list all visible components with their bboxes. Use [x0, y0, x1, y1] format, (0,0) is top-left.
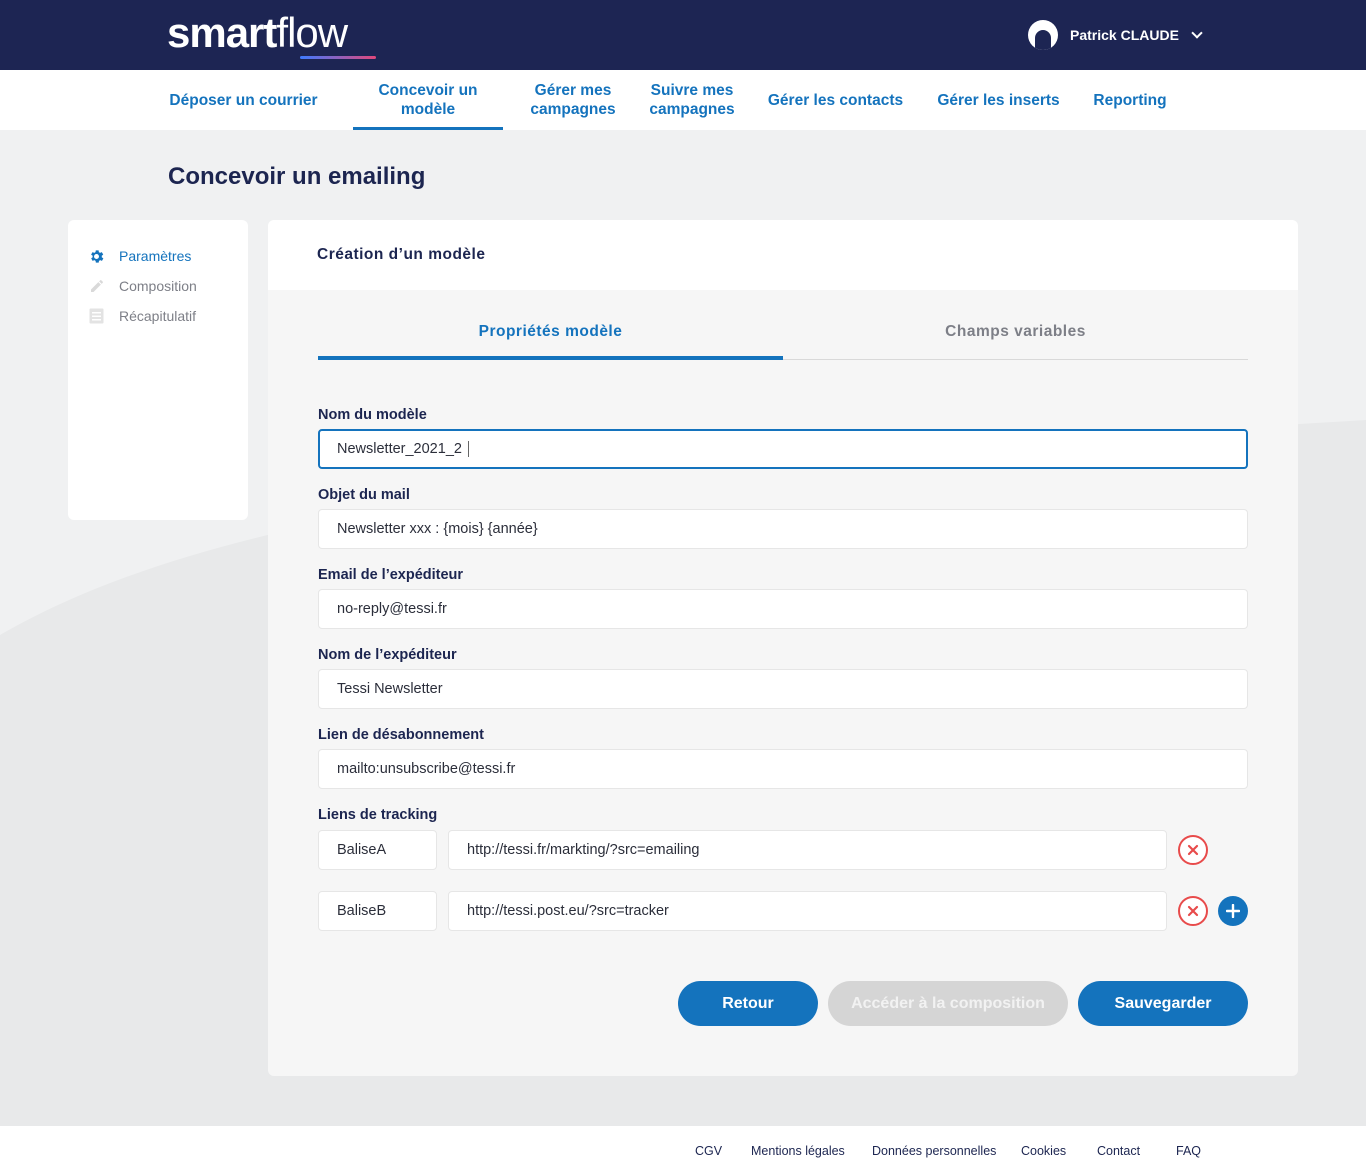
card-title: Création d’un modèle [317, 246, 486, 263]
footer-link-cgv[interactable]: CGV [695, 1144, 722, 1158]
footer-link-donnees-personnelles[interactable]: Données personnelles [872, 1144, 996, 1158]
nav-item-reporting[interactable]: Reporting [1087, 70, 1173, 130]
logo-underline [300, 56, 376, 59]
gear-icon [88, 248, 105, 265]
plus-icon [1226, 904, 1240, 918]
sender-name-label: Nom de l’expéditeur [318, 647, 457, 663]
smartflow-logo[interactable]: smartflow [167, 9, 348, 57]
nav-item-label: Gérer mes campagnes [530, 82, 616, 118]
nav-item-suivre-campagnes[interactable]: Suivre mes campagnes [641, 70, 743, 130]
logo-light-text: flow [276, 9, 348, 56]
tracking-url-input[interactable]: http://tessi.fr/markting/?src=emailing [448, 830, 1167, 870]
mail-subject-value: Newsletter xxx : {mois} {année} [337, 521, 538, 537]
steps-sidebar: Paramètres Composition Récapitulatif [68, 220, 248, 520]
nav-item-gerer-campagnes[interactable]: Gérer mes campagnes [521, 70, 625, 130]
logo-bold-text: smart [167, 9, 277, 56]
step-parametres[interactable]: Paramètres [88, 246, 191, 266]
sender-name-input[interactable]: Tessi Newsletter [318, 669, 1248, 709]
tracking-url-input[interactable]: http://tessi.post.eu/?src=tracker [448, 891, 1167, 931]
tracking-url-value: http://tessi.post.eu/?src=tracker [467, 903, 669, 919]
model-name-label: Nom du modèle [318, 407, 427, 423]
step-label: Paramètres [119, 248, 192, 264]
nav-item-concevoir-modele[interactable]: Concevoir un modèle [353, 70, 503, 130]
add-tracking-button[interactable] [1218, 896, 1248, 926]
nav-item-label: Gérer les contacts [767, 91, 904, 109]
sender-email-label: Email de l’expéditeur [318, 567, 464, 583]
avatar-icon [1028, 20, 1058, 50]
footer-link-contact[interactable]: Contact [1097, 1144, 1140, 1158]
step-label: Composition [119, 278, 197, 294]
sender-name-value: Tessi Newsletter [337, 681, 443, 697]
chevron-down-icon [1191, 26, 1203, 39]
tracking-links-label: Liens de tracking [318, 807, 438, 823]
model-name-value: Newsletter_2021_2 [337, 441, 462, 457]
footer-link-faq[interactable]: FAQ [1176, 1144, 1201, 1158]
nav-item-gerer-contacts[interactable]: Gérer les contacts [760, 70, 911, 130]
unsubscribe-link-input[interactable]: mailto:unsubscribe@tessi.fr [318, 749, 1248, 789]
go-to-composition-button[interactable]: Accéder à la composition [828, 981, 1068, 1026]
model-creation-card: Création d’un modèle Propriétés modèle C… [268, 220, 1298, 1076]
pencil-icon [88, 278, 105, 295]
remove-tracking-button[interactable] [1178, 896, 1208, 926]
model-name-input[interactable]: Newsletter_2021_2 [318, 429, 1248, 469]
sender-email-value: no-reply@tessi.fr [337, 601, 447, 617]
footer-link-mentions-legales[interactable]: Mentions légales [751, 1144, 845, 1158]
text-caret [467, 441, 469, 457]
close-icon [1187, 844, 1199, 856]
list-icon [88, 308, 105, 325]
back-button[interactable]: Retour [678, 981, 818, 1026]
main-nav: Déposer un courrier Concevoir un modèle … [0, 70, 1366, 130]
unsubscribe-link-label: Lien de désabonnement [318, 727, 484, 743]
nav-item-label: Déposer un courrier [169, 91, 318, 109]
nav-item-label: Reporting [1093, 91, 1167, 109]
remove-tracking-button[interactable] [1178, 835, 1208, 865]
step-recapitulatif[interactable]: Récapitulatif [88, 306, 196, 326]
nav-item-label: Suivre mes campagnes [649, 82, 735, 118]
close-icon [1187, 905, 1199, 917]
tab-proprietes-modele[interactable]: Propriétés modèle [318, 305, 783, 360]
tab-champs-variables[interactable]: Champs variables [783, 305, 1248, 359]
unsubscribe-link-value: mailto:unsubscribe@tessi.fr [337, 761, 516, 777]
sender-email-input[interactable]: no-reply@tessi.fr [318, 589, 1248, 629]
footer: CGV Mentions légales Données personnelle… [0, 1126, 1366, 1176]
mail-subject-input[interactable]: Newsletter xxx : {mois} {année} [318, 509, 1248, 549]
card-header: Création d’un modèle [268, 220, 1298, 290]
step-label: Récapitulatif [119, 308, 197, 324]
save-button[interactable]: Sauvegarder [1078, 981, 1248, 1026]
nav-item-label: Concevoir un modèle [378, 82, 478, 118]
mail-subject-label: Objet du mail [318, 487, 410, 503]
user-menu[interactable]: Patrick CLAUDE [1028, 20, 1203, 50]
tracking-tag-value: BaliseB [337, 903, 387, 919]
tab-bar: Propriétés modèle Champs variables [318, 305, 1248, 360]
user-name: Patrick CLAUDE [1070, 27, 1179, 43]
tracking-tag-input[interactable]: BaliseA [318, 830, 437, 870]
tracking-url-value: http://tessi.fr/markting/?src=emailing [467, 842, 700, 858]
top-bar: smartflow Patrick CLAUDE [0, 0, 1366, 70]
nav-item-label: Gérer les inserts [937, 91, 1060, 109]
tracking-tag-value: BaliseA [337, 842, 387, 858]
footer-link-cookies[interactable]: Cookies [1021, 1144, 1066, 1158]
nav-item-deposer-courrier[interactable]: Déposer un courrier [152, 70, 335, 130]
nav-item-gerer-inserts[interactable]: Gérer les inserts [930, 70, 1067, 130]
page-title: Concevoir un emailing [168, 163, 426, 190]
tracking-tag-input[interactable]: BaliseB [318, 891, 437, 931]
step-composition[interactable]: Composition [88, 276, 197, 296]
